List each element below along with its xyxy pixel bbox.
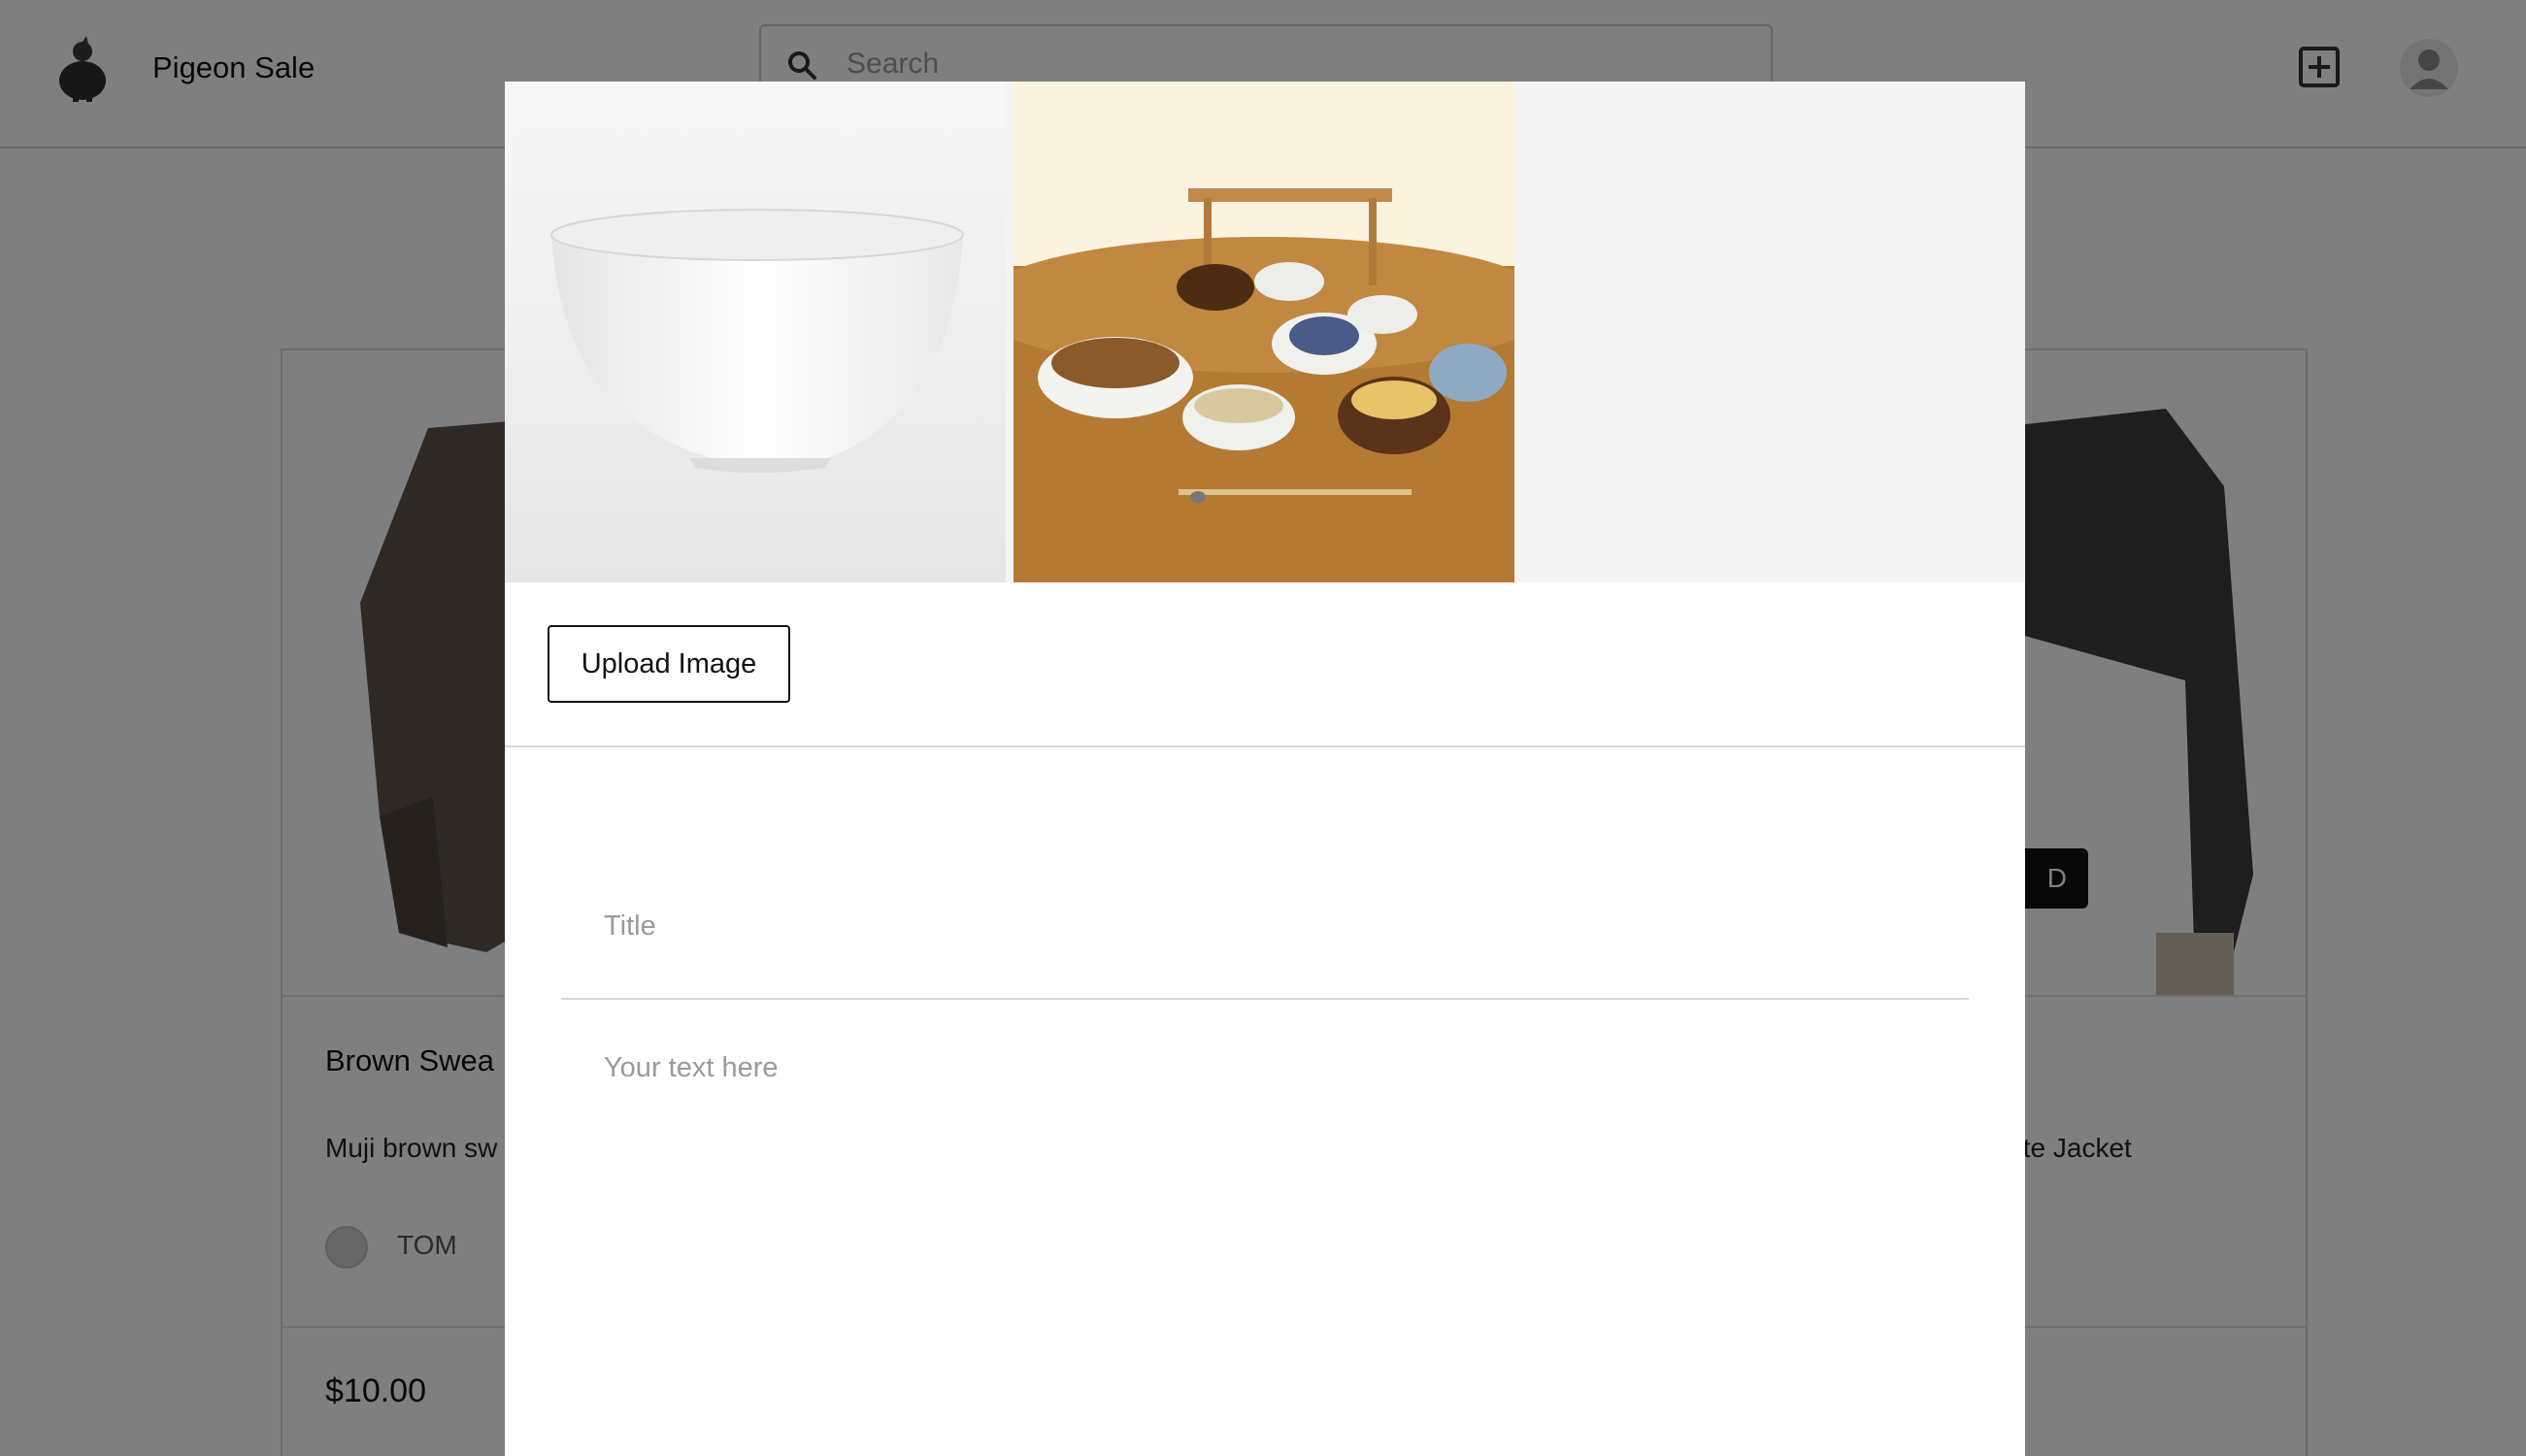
modal-divider — [505, 745, 2025, 747]
bowl-image — [505, 82, 1006, 582]
new-listing-modal: Upload Image — [505, 82, 2025, 1456]
title-input[interactable] — [561, 854, 1969, 1000]
dishes-image — [1014, 82, 1514, 582]
image-gallery — [505, 82, 2025, 582]
app-root: Pigeon Sale D — [0, 0, 2526, 1456]
uploaded-image[interactable] — [1014, 82, 1514, 582]
description-textarea[interactable] — [561, 1000, 1969, 1456]
upload-image-button[interactable]: Upload Image — [548, 625, 790, 703]
uploaded-image[interactable] — [505, 82, 1006, 582]
